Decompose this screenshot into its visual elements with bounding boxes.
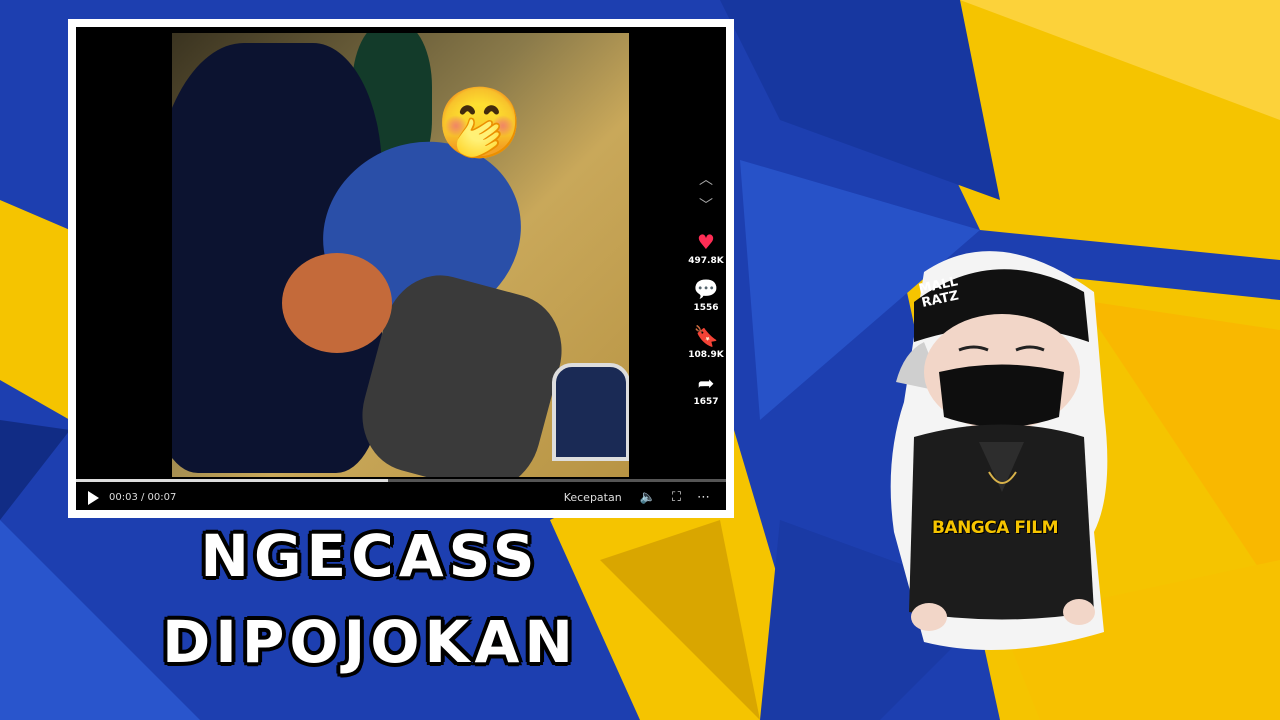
- fullscreen-icon[interactable]: ⛶: [672, 490, 681, 505]
- comment-count: 1556: [693, 303, 719, 313]
- comment-icon: 💬: [693, 277, 719, 301]
- more-icon[interactable]: ⋯: [697, 490, 710, 505]
- title-line-1: NGECASS: [200, 522, 540, 590]
- action-rail: ︿ ﹀ ♥ 497.8K 💬 1556 🔖 108.9K ➦ 1657: [684, 167, 726, 407]
- video-chair: [552, 363, 629, 461]
- like-count: 497.8K: [688, 256, 724, 266]
- play-icon[interactable]: [88, 490, 99, 505]
- player-controls: 00:03 / 00:07 Kecepatan 🔈 ⛶ ⋯: [76, 485, 726, 510]
- playback-time: 00:03 / 00:07: [109, 492, 177, 503]
- video-player-frame: 🤭 ︿ ﹀ ♥ 497.8K 💬 1556 🔖 108.9K ➦ 1657 00…: [68, 19, 734, 518]
- progress-bar[interactable]: [76, 479, 726, 482]
- video-figure: [282, 253, 392, 353]
- share-count: 1657: [693, 397, 719, 407]
- title-line-2: DIPOJOKAN: [162, 608, 578, 676]
- video-content[interactable]: 🤭: [172, 33, 629, 477]
- bookmark-icon: 🔖: [693, 324, 719, 348]
- like-button[interactable]: ♥ 497.8K: [688, 231, 723, 266]
- save-button[interactable]: 🔖 108.9K: [688, 325, 723, 360]
- brand-label: BANGCA FILM: [931, 518, 1059, 538]
- volume-icon[interactable]: 🔈: [640, 490, 656, 505]
- save-count: 108.9K: [688, 350, 724, 360]
- comment-button[interactable]: 💬 1556: [693, 278, 718, 313]
- share-icon: ➦: [697, 371, 715, 395]
- progress-fill: [76, 479, 388, 482]
- hand-over-mouth-emoji-icon: 🤭: [436, 82, 524, 164]
- share-button[interactable]: ➦ 1657: [693, 372, 718, 407]
- chevron-up-icon[interactable]: ︿: [699, 167, 713, 193]
- speed-button[interactable]: Kecepatan: [564, 491, 622, 504]
- heart-icon: ♥: [697, 230, 715, 254]
- chevron-down-icon[interactable]: ﹀: [699, 193, 713, 219]
- mascot-illustration: [890, 251, 1108, 650]
- video-player[interactable]: 🤭 ︿ ﹀ ♥ 497.8K 💬 1556 🔖 108.9K ➦ 1657 00…: [76, 27, 726, 510]
